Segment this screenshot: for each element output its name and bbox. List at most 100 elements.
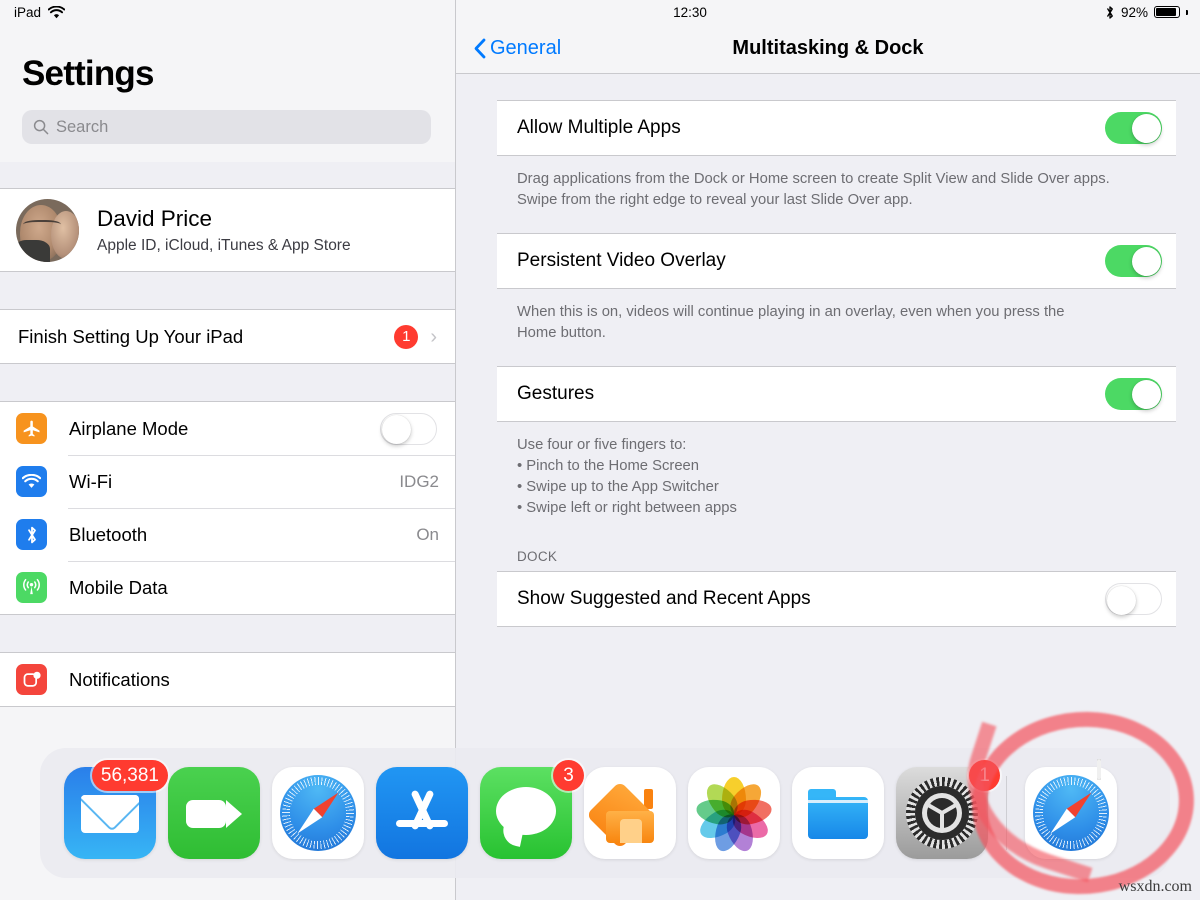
- sidebar-gap-1: [0, 162, 455, 188]
- back-button-label: General: [490, 37, 562, 59]
- persistent-video-overlay-toggle[interactable]: [1105, 245, 1162, 277]
- sidebar-item-label: Notifications: [69, 668, 170, 690]
- desc-line: • Swipe up to the App Switcher: [517, 479, 719, 495]
- profile-name: David Price: [97, 205, 213, 231]
- cellular-icon: [16, 572, 47, 603]
- wifi-icon: [48, 5, 66, 19]
- dock-app-mail[interactable]: 56,381: [64, 760, 168, 859]
- ipad-settings-screen: iPad Settings Search David Price Apple I…: [0, 0, 1200, 900]
- bluetooth-icon: [1105, 5, 1115, 20]
- sidebar-item-finish-setup[interactable]: Finish Setting Up Your iPad 1 ›: [0, 310, 455, 363]
- notifications-icon: [16, 664, 47, 695]
- gestures-row[interactable]: Gestures: [497, 367, 1176, 421]
- battery-full-icon: [1154, 6, 1180, 18]
- sidebar-gap-2: [0, 272, 455, 309]
- dock-app-appstore[interactable]: [376, 767, 468, 859]
- show-suggested-recent-apps-card: Show Suggested and Recent Apps: [497, 571, 1176, 627]
- wifi-icon: [16, 466, 47, 497]
- dock-section-header: DOCK: [517, 549, 558, 564]
- safari-icon: [272, 767, 364, 859]
- settings-badge: 1: [969, 760, 1000, 791]
- sidebar-gap-3: [0, 364, 455, 401]
- persistent-video-overlay-card: Persistent Video Overlay: [497, 233, 1176, 289]
- battery-percent: 92%: [1120, 4, 1148, 20]
- status-badge: 1: [394, 324, 419, 349]
- persistent-video-overlay-description: When this is on, videos will continue pl…: [497, 289, 1176, 344]
- watermark: wsxdn.com: [1118, 878, 1192, 895]
- dock-app-facetime[interactable]: [168, 767, 260, 859]
- dock-app-photos[interactable]: [688, 767, 780, 859]
- sidebar-item-label: Airplane Mode: [69, 417, 189, 439]
- dock-app-files[interactable]: [792, 767, 884, 859]
- sidebar-gap-4: [0, 615, 455, 652]
- dock-separator: [1006, 776, 1007, 850]
- search-icon: [33, 119, 49, 135]
- dock-app-messages[interactable]: 3: [480, 760, 584, 859]
- sidebar-item-airplane-mode[interactable]: Airplane Mode: [0, 402, 455, 455]
- allow-multiple-apps-toggle[interactable]: [1105, 112, 1162, 144]
- chevron-left-icon: [474, 38, 486, 59]
- dock-app-safari[interactable]: [272, 767, 364, 859]
- sidebar-item-label: Bluetooth: [69, 523, 148, 545]
- row-title: Allow Multiple Apps: [517, 117, 681, 138]
- sidebar-item-bluetooth[interactable]: Bluetooth On: [0, 508, 455, 561]
- wifi-network-value: IDG2: [399, 471, 439, 491]
- bluetooth-icon: [16, 519, 47, 550]
- row-title: Show Suggested and Recent Apps: [517, 588, 811, 609]
- status-bar-right: 12:30 92%: [456, 0, 1200, 24]
- notifications-group: Notifications: [0, 652, 455, 707]
- dock-recent-app-safari[interactable]: [1025, 759, 1117, 859]
- dock-app-settings[interactable]: 1: [896, 760, 1000, 859]
- setup-group: Finish Setting Up Your iPad 1 ›: [0, 309, 455, 364]
- desc-line: • Swipe left or right between apps: [517, 500, 737, 516]
- desc-line: • Pinch to the Home Screen: [517, 458, 700, 474]
- mail-badge: 56,381: [91, 760, 168, 791]
- messages-badge: 3: [553, 760, 584, 791]
- clock: 12:30: [673, 4, 707, 20]
- back-button[interactable]: General: [474, 37, 561, 60]
- dock-app-home[interactable]: [584, 767, 676, 859]
- chevron-right-icon: ›: [430, 325, 437, 348]
- dock: 56,381 3 1: [40, 748, 1170, 878]
- appstore-icon: [376, 767, 468, 859]
- airplane-mode-toggle[interactable]: [380, 412, 437, 445]
- desc-line: Swipe from the right edge to reveal your…: [517, 192, 913, 208]
- page-title: Settings: [22, 54, 154, 93]
- sidebar-item-label: Finish Setting Up Your iPad: [18, 325, 244, 347]
- sidebar-item-wifi[interactable]: Wi-Fi IDG2: [0, 455, 455, 508]
- desc-line: When this is on, videos will continue pl…: [517, 304, 1065, 320]
- sidebar-item-label: Wi-Fi: [69, 470, 113, 492]
- profile-subtitle: Apple ID, iCloud, iTunes & App Store: [97, 236, 351, 254]
- show-suggested-recent-apps-row[interactable]: Show Suggested and Recent Apps: [497, 572, 1176, 626]
- avatar: [16, 198, 79, 262]
- photos-icon: [688, 767, 780, 859]
- connectivity-group: Airplane Mode Wi-Fi IDG2 Bluetooth On Mo…: [0, 401, 455, 615]
- allow-multiple-apps-row[interactable]: Allow Multiple Apps: [497, 101, 1176, 155]
- search-input[interactable]: [56, 117, 420, 137]
- desc-line: Home button.: [517, 325, 606, 341]
- desc-line: Use four or five fingers to:: [517, 437, 687, 453]
- row-title: Persistent Video Overlay: [517, 250, 726, 271]
- home-icon: [584, 767, 676, 859]
- persistent-video-overlay-row[interactable]: Persistent Video Overlay: [497, 234, 1176, 288]
- files-icon: [792, 767, 884, 859]
- gestures-description: Use four or five fingers to: • Pinch to …: [497, 422, 1176, 519]
- settings-content: Allow Multiple Apps Drag applications fr…: [456, 74, 1200, 627]
- allow-multiple-apps-card: Allow Multiple Apps: [497, 100, 1176, 156]
- sidebar-item-label: Mobile Data: [69, 576, 168, 598]
- navigation-bar: General Multitasking & Dock: [456, 24, 1200, 74]
- apple-id-profile-row[interactable]: David Price Apple ID, iCloud, iTunes & A…: [0, 188, 455, 272]
- status-bar-left: iPad: [0, 0, 455, 24]
- bluetooth-state-value: On: [416, 524, 439, 544]
- search-field[interactable]: [22, 110, 431, 144]
- sidebar-item-notifications[interactable]: Notifications: [0, 653, 455, 706]
- allow-multiple-apps-description: Drag applications from the Dock or Home …: [497, 156, 1176, 211]
- gestures-card: Gestures: [497, 366, 1176, 422]
- device-label: iPad: [14, 4, 42, 20]
- airplane-icon: [16, 413, 47, 444]
- row-title: Gestures: [517, 383, 595, 404]
- show-suggested-recent-apps-toggle[interactable]: [1105, 583, 1162, 615]
- sidebar-item-mobile-data[interactable]: Mobile Data: [0, 561, 455, 614]
- battery-area: 92%: [1105, 5, 1188, 20]
- gestures-toggle[interactable]: [1105, 378, 1162, 410]
